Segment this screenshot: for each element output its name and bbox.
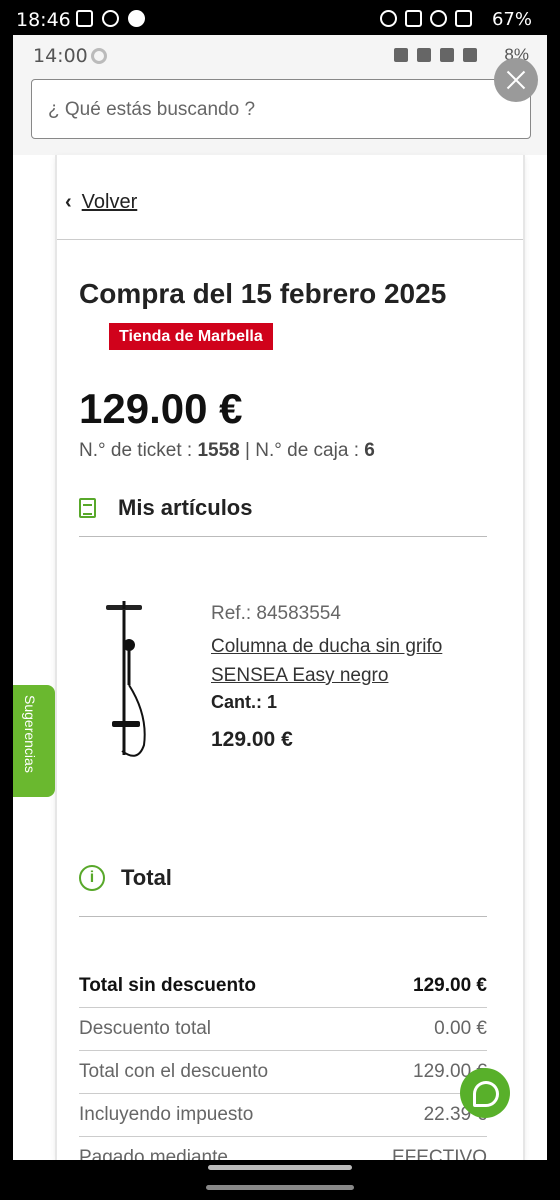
inner-status-bar: 14:00 8% <box>13 35 547 77</box>
system-icons <box>380 10 472 27</box>
quantity-value: 1 <box>267 692 278 712</box>
wifi-icon <box>440 48 454 62</box>
row-label: Incluyendo impuesto <box>79 1104 254 1125</box>
purchase-total-price: 129.00 € <box>79 385 243 432</box>
vibrate-icon <box>405 10 422 27</box>
ticket-number: 1558 <box>197 440 240 461</box>
page-title: Compra del 15 febrero 2025 Tienda de Marb… <box>79 273 479 357</box>
inner-system-icons <box>394 48 477 62</box>
battery-saver-icon <box>417 48 431 62</box>
table-row: Pagado mediante EFECTIVO <box>79 1137 487 1160</box>
row-label: Total con el descuento <box>79 1061 269 1082</box>
inner-clock: 14:00 <box>33 45 88 67</box>
total-heading-label: Total <box>121 865 172 890</box>
close-icon[interactable] <box>494 58 538 102</box>
table-row: Total sin descuento 129.00 € <box>79 965 487 1008</box>
back-link[interactable]: ‹ Volver <box>65 191 137 214</box>
table-row: Descuento total 0.00 € <box>79 1008 487 1051</box>
document-icon <box>79 498 96 518</box>
signal-icon <box>455 10 472 27</box>
totals-table: Total sin descuento 129.00 € Descuento t… <box>79 965 487 1160</box>
alarm-icon <box>380 10 397 27</box>
app-screen: 14:00 8% ¿ Qué estás buscando ? ‹ Volver … <box>13 35 547 1160</box>
store-badge: Tienda de Marbella <box>109 323 273 350</box>
account-icon <box>128 10 145 27</box>
divider <box>79 916 487 917</box>
navigation-bar[interactable] <box>206 1185 354 1190</box>
whatsapp-icon <box>102 10 119 27</box>
product-price: 129.00 € <box>211 728 293 751</box>
search-placeholder: ¿ Qué estás buscando ? <box>48 99 256 120</box>
row-value: 129.00 € <box>413 975 487 996</box>
table-row: Incluyendo impuesto 22.39 € <box>79 1094 487 1137</box>
info-icon: i <box>79 865 105 891</box>
search-bar: ¿ Qué estás buscando ? <box>13 77 547 155</box>
row-label: Total sin descuento <box>79 975 257 996</box>
product-name-link[interactable]: Columna de ducha sin grifo SENSEA Easy n… <box>211 632 501 690</box>
notification-icons <box>76 10 145 27</box>
chat-icon[interactable] <box>460 1068 510 1118</box>
articles-heading: Mis artículos <box>79 495 252 521</box>
row-label: Pagado mediante <box>79 1147 228 1160</box>
product-quantity: Cant.: 1 <box>211 692 277 713</box>
divider <box>57 239 523 240</box>
purchase-detail: ‹ Volver Compra del 15 febrero 2025 Tienda… <box>55 155 525 1160</box>
ticket-label: N.° de ticket : <box>79 440 198 461</box>
outer-battery-level: 67% <box>491 9 532 30</box>
suggestions-tab[interactable]: Sugerencias <box>13 685 55 797</box>
airplane-icon <box>463 48 477 62</box>
outer-clock: 18:46 <box>16 9 71 31</box>
table-row: Total con el descuento 129.00 € <box>79 1051 487 1094</box>
register-number: 6 <box>364 440 375 461</box>
home-indicator[interactable] <box>208 1165 352 1170</box>
product-ref: Ref.: 84583554 <box>211 603 341 624</box>
wifi-icon <box>430 10 447 27</box>
search-input[interactable]: ¿ Qué estás buscando ? <box>31 79 531 139</box>
suggestions-label: Sugerencias <box>22 695 38 773</box>
row-label: Descuento total <box>79 1018 212 1039</box>
sync-icon <box>91 48 107 64</box>
purchase-title: Compra del 15 febrero 2025 <box>79 278 447 309</box>
ticket-info: N.° de ticket : 1558 | N.° de caja : 6 <box>79 440 375 462</box>
divider <box>79 536 487 537</box>
register-label: N.° de caja : <box>255 440 365 461</box>
row-value: EFECTIVO <box>391 1147 487 1160</box>
total-heading: i Total <box>79 865 172 891</box>
back-label[interactable]: Volver <box>82 191 138 213</box>
gallery-icon <box>76 10 93 27</box>
product-image[interactable] <box>102 595 148 765</box>
outer-status-bar: 18:46 67% <box>0 0 560 40</box>
row-value: 0.00 € <box>434 1018 487 1039</box>
mute-icon <box>394 48 408 62</box>
articles-heading-label: Mis artículos <box>118 495 253 520</box>
ticket-separator: | <box>239 440 256 461</box>
quantity-label: Cant.: <box>211 692 267 712</box>
back-chevron-icon: ‹ <box>65 191 72 213</box>
